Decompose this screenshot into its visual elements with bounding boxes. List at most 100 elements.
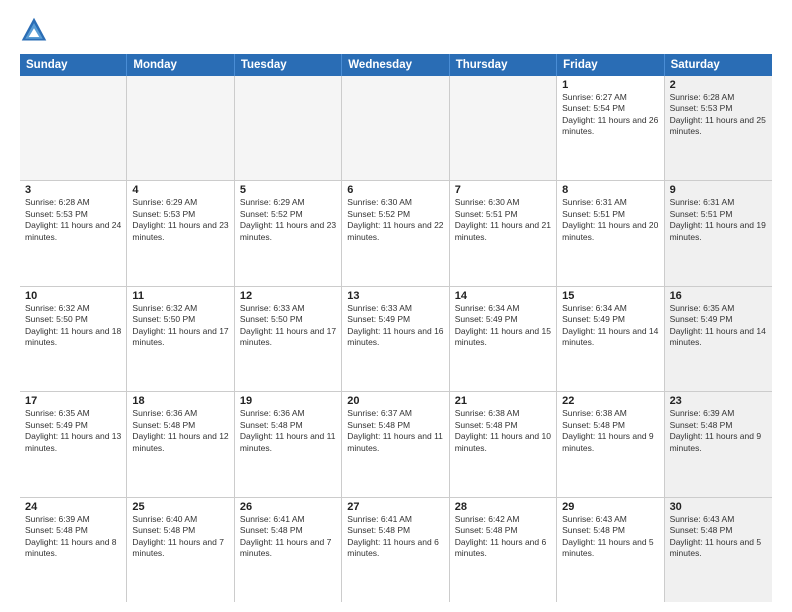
calendar-cell: 24Sunrise: 6:39 AM Sunset: 5:48 PM Dayli… xyxy=(20,498,127,602)
day-number: 16 xyxy=(670,290,767,302)
day-number: 28 xyxy=(455,501,551,513)
day-number: 20 xyxy=(347,395,443,407)
day-info: Sunrise: 6:41 AM Sunset: 5:48 PM Dayligh… xyxy=(347,514,443,560)
calendar-header: SundayMondayTuesdayWednesdayThursdayFrid… xyxy=(20,54,772,76)
day-info: Sunrise: 6:31 AM Sunset: 5:51 PM Dayligh… xyxy=(562,197,658,243)
day-number: 19 xyxy=(240,395,336,407)
day-number: 3 xyxy=(25,184,121,196)
day-info: Sunrise: 6:39 AM Sunset: 5:48 PM Dayligh… xyxy=(25,514,121,560)
calendar-cell xyxy=(235,76,342,180)
calendar-row: 3Sunrise: 6:28 AM Sunset: 5:53 PM Daylig… xyxy=(20,181,772,286)
day-info: Sunrise: 6:35 AM Sunset: 5:49 PM Dayligh… xyxy=(670,303,767,349)
day-info: Sunrise: 6:34 AM Sunset: 5:49 PM Dayligh… xyxy=(455,303,551,349)
calendar-cell: 7Sunrise: 6:30 AM Sunset: 5:51 PM Daylig… xyxy=(450,181,557,285)
calendar-cell: 2Sunrise: 6:28 AM Sunset: 5:53 PM Daylig… xyxy=(665,76,772,180)
day-number: 14 xyxy=(455,290,551,302)
day-info: Sunrise: 6:42 AM Sunset: 5:48 PM Dayligh… xyxy=(455,514,551,560)
day-number: 5 xyxy=(240,184,336,196)
day-number: 22 xyxy=(562,395,658,407)
calendar-cell: 29Sunrise: 6:43 AM Sunset: 5:48 PM Dayli… xyxy=(557,498,664,602)
calendar-cell: 10Sunrise: 6:32 AM Sunset: 5:50 PM Dayli… xyxy=(20,287,127,391)
calendar-row: 17Sunrise: 6:35 AM Sunset: 5:49 PM Dayli… xyxy=(20,392,772,497)
calendar-cell: 18Sunrise: 6:36 AM Sunset: 5:48 PM Dayli… xyxy=(127,392,234,496)
header xyxy=(20,16,772,44)
day-info: Sunrise: 6:27 AM Sunset: 5:54 PM Dayligh… xyxy=(562,92,658,138)
day-number: 25 xyxy=(132,501,228,513)
weekday-header: Friday xyxy=(557,54,664,76)
calendar-cell: 27Sunrise: 6:41 AM Sunset: 5:48 PM Dayli… xyxy=(342,498,449,602)
day-number: 17 xyxy=(25,395,121,407)
day-number: 15 xyxy=(562,290,658,302)
day-info: Sunrise: 6:40 AM Sunset: 5:48 PM Dayligh… xyxy=(132,514,228,560)
day-number: 29 xyxy=(562,501,658,513)
day-number: 1 xyxy=(562,79,658,91)
day-number: 11 xyxy=(132,290,228,302)
calendar-cell: 20Sunrise: 6:37 AM Sunset: 5:48 PM Dayli… xyxy=(342,392,449,496)
day-number: 30 xyxy=(670,501,767,513)
calendar-cell: 30Sunrise: 6:43 AM Sunset: 5:48 PM Dayli… xyxy=(665,498,772,602)
day-number: 7 xyxy=(455,184,551,196)
logo xyxy=(20,16,52,44)
day-number: 9 xyxy=(670,184,767,196)
logo-icon xyxy=(20,16,48,44)
calendar-row: 1Sunrise: 6:27 AM Sunset: 5:54 PM Daylig… xyxy=(20,76,772,181)
day-info: Sunrise: 6:38 AM Sunset: 5:48 PM Dayligh… xyxy=(455,408,551,454)
weekday-header: Sunday xyxy=(20,54,127,76)
calendar-cell: 1Sunrise: 6:27 AM Sunset: 5:54 PM Daylig… xyxy=(557,76,664,180)
calendar-cell: 5Sunrise: 6:29 AM Sunset: 5:52 PM Daylig… xyxy=(235,181,342,285)
day-info: Sunrise: 6:28 AM Sunset: 5:53 PM Dayligh… xyxy=(25,197,121,243)
calendar-cell xyxy=(127,76,234,180)
calendar-row: 10Sunrise: 6:32 AM Sunset: 5:50 PM Dayli… xyxy=(20,287,772,392)
day-number: 23 xyxy=(670,395,767,407)
calendar-cell: 12Sunrise: 6:33 AM Sunset: 5:50 PM Dayli… xyxy=(235,287,342,391)
calendar-cell: 23Sunrise: 6:39 AM Sunset: 5:48 PM Dayli… xyxy=(665,392,772,496)
calendar-body: 1Sunrise: 6:27 AM Sunset: 5:54 PM Daylig… xyxy=(20,76,772,602)
calendar-cell: 4Sunrise: 6:29 AM Sunset: 5:53 PM Daylig… xyxy=(127,181,234,285)
day-number: 13 xyxy=(347,290,443,302)
calendar-cell: 11Sunrise: 6:32 AM Sunset: 5:50 PM Dayli… xyxy=(127,287,234,391)
day-info: Sunrise: 6:43 AM Sunset: 5:48 PM Dayligh… xyxy=(670,514,767,560)
day-number: 6 xyxy=(347,184,443,196)
calendar-cell: 19Sunrise: 6:36 AM Sunset: 5:48 PM Dayli… xyxy=(235,392,342,496)
calendar: SundayMondayTuesdayWednesdayThursdayFrid… xyxy=(20,54,772,602)
weekday-header: Tuesday xyxy=(235,54,342,76)
day-info: Sunrise: 6:32 AM Sunset: 5:50 PM Dayligh… xyxy=(25,303,121,349)
calendar-cell xyxy=(450,76,557,180)
weekday-header: Thursday xyxy=(450,54,557,76)
day-number: 24 xyxy=(25,501,121,513)
day-info: Sunrise: 6:28 AM Sunset: 5:53 PM Dayligh… xyxy=(670,92,767,138)
day-info: Sunrise: 6:32 AM Sunset: 5:50 PM Dayligh… xyxy=(132,303,228,349)
day-number: 27 xyxy=(347,501,443,513)
calendar-cell: 15Sunrise: 6:34 AM Sunset: 5:49 PM Dayli… xyxy=(557,287,664,391)
day-info: Sunrise: 6:36 AM Sunset: 5:48 PM Dayligh… xyxy=(132,408,228,454)
day-number: 26 xyxy=(240,501,336,513)
calendar-cell: 26Sunrise: 6:41 AM Sunset: 5:48 PM Dayli… xyxy=(235,498,342,602)
calendar-row: 24Sunrise: 6:39 AM Sunset: 5:48 PM Dayli… xyxy=(20,498,772,602)
calendar-cell: 14Sunrise: 6:34 AM Sunset: 5:49 PM Dayli… xyxy=(450,287,557,391)
day-info: Sunrise: 6:37 AM Sunset: 5:48 PM Dayligh… xyxy=(347,408,443,454)
calendar-cell: 9Sunrise: 6:31 AM Sunset: 5:51 PM Daylig… xyxy=(665,181,772,285)
day-info: Sunrise: 6:35 AM Sunset: 5:49 PM Dayligh… xyxy=(25,408,121,454)
day-info: Sunrise: 6:33 AM Sunset: 5:49 PM Dayligh… xyxy=(347,303,443,349)
day-info: Sunrise: 6:41 AM Sunset: 5:48 PM Dayligh… xyxy=(240,514,336,560)
weekday-header: Monday xyxy=(127,54,234,76)
day-info: Sunrise: 6:29 AM Sunset: 5:52 PM Dayligh… xyxy=(240,197,336,243)
day-number: 18 xyxy=(132,395,228,407)
day-number: 2 xyxy=(670,79,767,91)
calendar-cell xyxy=(342,76,449,180)
calendar-cell xyxy=(20,76,127,180)
day-info: Sunrise: 6:30 AM Sunset: 5:51 PM Dayligh… xyxy=(455,197,551,243)
day-info: Sunrise: 6:39 AM Sunset: 5:48 PM Dayligh… xyxy=(670,408,767,454)
weekday-header: Wednesday xyxy=(342,54,449,76)
weekday-header: Saturday xyxy=(665,54,772,76)
day-info: Sunrise: 6:38 AM Sunset: 5:48 PM Dayligh… xyxy=(562,408,658,454)
calendar-cell: 3Sunrise: 6:28 AM Sunset: 5:53 PM Daylig… xyxy=(20,181,127,285)
day-number: 4 xyxy=(132,184,228,196)
day-info: Sunrise: 6:30 AM Sunset: 5:52 PM Dayligh… xyxy=(347,197,443,243)
calendar-cell: 25Sunrise: 6:40 AM Sunset: 5:48 PM Dayli… xyxy=(127,498,234,602)
calendar-cell: 17Sunrise: 6:35 AM Sunset: 5:49 PM Dayli… xyxy=(20,392,127,496)
day-number: 12 xyxy=(240,290,336,302)
day-number: 10 xyxy=(25,290,121,302)
day-info: Sunrise: 6:36 AM Sunset: 5:48 PM Dayligh… xyxy=(240,408,336,454)
page: SundayMondayTuesdayWednesdayThursdayFrid… xyxy=(0,0,792,612)
